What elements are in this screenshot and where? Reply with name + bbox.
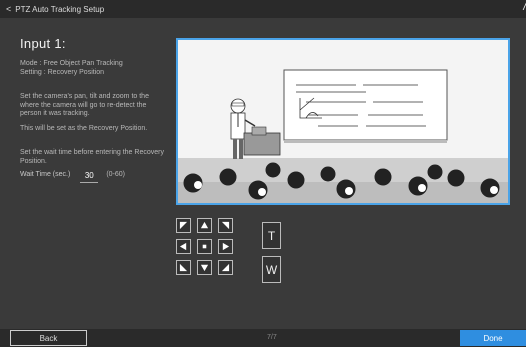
left-arrow-icon[interactable]: [176, 239, 191, 254]
down-arrow-icon[interactable]: [197, 260, 212, 275]
wait-time-range: (0-60): [106, 171, 125, 178]
zoom-wide-button[interactable]: W: [262, 256, 281, 283]
home-icon[interactable]: [197, 239, 212, 254]
zoom-tele-button[interactable]: T: [262, 222, 281, 249]
up-left-arrow-icon[interactable]: [176, 218, 191, 233]
right-arrow-icon[interactable]: [218, 239, 233, 254]
back-chevron-icon[interactable]: <: [6, 4, 11, 14]
page-title: PTZ Auto Tracking Setup: [15, 4, 105, 14]
back-button[interactable]: Back: [10, 330, 87, 346]
wait-time-row: Wait Time (sec.) 30 (0-60): [20, 171, 168, 183]
down-left-arrow-icon[interactable]: [176, 260, 191, 275]
wait-time-input[interactable]: 30: [80, 171, 99, 183]
classroom-scene-image: [178, 40, 508, 203]
input-title: Input 1:: [20, 36, 66, 51]
instructions-panel: Input 1: Mode : Free Object Pan Tracking…: [20, 36, 168, 183]
footer-bar: Back 7/7 Done: [0, 329, 526, 347]
instruction-pan-tilt-zoom: Set the camera's pan, tilt and zoom to t…: [20, 93, 149, 117]
page-indicator: 7/7: [267, 334, 277, 341]
camera-preview[interactable]: [176, 38, 510, 205]
instruction-wait-time: Set the wait time before entering the Re…: [20, 149, 164, 165]
up-right-arrow-icon[interactable]: [218, 218, 233, 233]
wait-time-label: Wait Time (sec.): [20, 171, 71, 178]
up-arrow-icon[interactable]: [197, 218, 212, 233]
down-right-arrow-icon[interactable]: [218, 260, 233, 275]
done-button[interactable]: Done: [460, 330, 526, 346]
instruction-recovery-position: This will be set as the Recovery Positio…: [20, 124, 148, 132]
header-bar: < PTZ Auto Tracking Setup /: [0, 0, 526, 18]
mode-text: Mode : Free Object Pan Tracking Setting …: [20, 60, 123, 76]
